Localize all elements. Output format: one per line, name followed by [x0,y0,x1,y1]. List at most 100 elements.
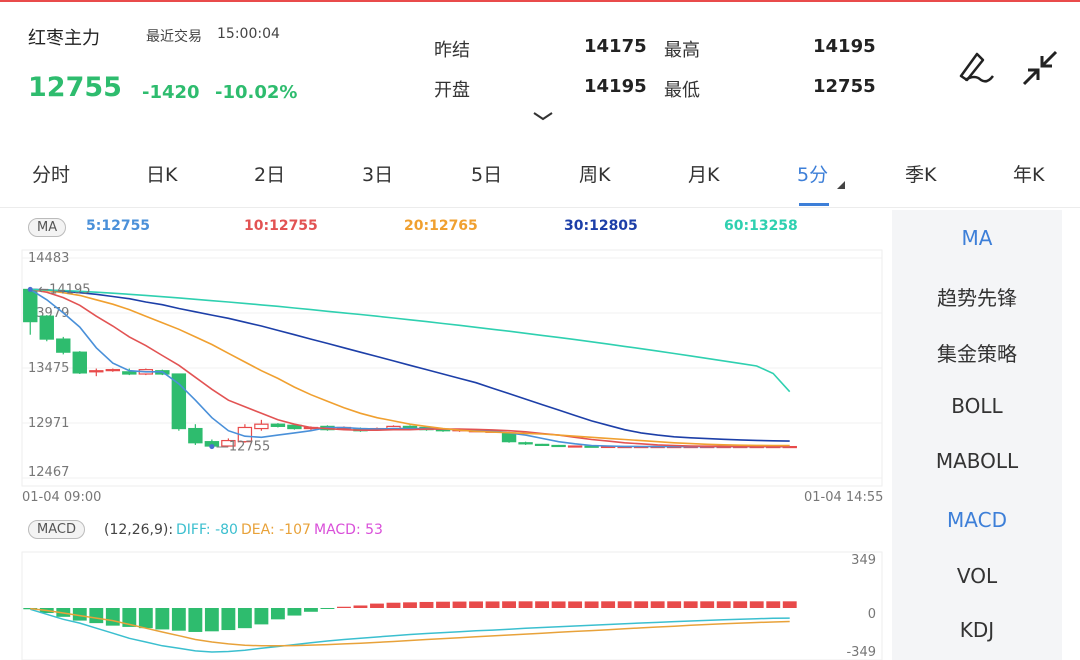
macd-tick-label: 349 [851,553,876,568]
ma-line-ma60 [30,288,791,393]
candle-body [551,444,566,448]
macd-indicator-pill[interactable]: MACD [28,520,85,539]
price-tick-label: 14483 [28,251,69,266]
indicator-vol[interactable]: VOL [892,564,1062,588]
open-label: 开盘 [434,80,470,101]
price-change: -1420 [142,82,200,103]
ma-indicator-pill[interactable]: MA [28,218,67,237]
macd-bar [650,601,665,608]
low-value: 12755 [813,76,876,97]
macd-bar [502,601,516,608]
candle-body [39,315,54,340]
macd-bar [171,608,186,631]
macd-value-label: MACD: 53 [314,522,383,538]
macd-bar [749,601,764,608]
indicator-ma[interactable]: MA [892,226,1062,250]
indicator-gold-strategy[interactable]: 集金策略 [892,338,1062,367]
macd-bar [436,601,450,608]
tab-monthly-k[interactable]: 月K [688,160,719,187]
candle-body [72,351,87,374]
candle-body [567,445,583,448]
ma20-label: 20:12765 [404,218,478,234]
ma5-label: 5:12755 [86,218,151,234]
indicator-boll[interactable]: BOLL [892,394,1062,418]
price-tick-label: 12467 [28,465,69,480]
tab-intraday[interactable]: 分时 [32,160,70,187]
macd-dea-label: DEA: -107 [241,522,311,538]
macd-bar [155,608,170,630]
price-tick-label: 12971 [28,416,69,431]
min-price-marker: —12755 [216,440,270,455]
tab-daily-k[interactable]: 日K [146,160,177,187]
prev-settle-label: 昨结 [434,40,470,61]
macd-bar [370,603,384,608]
macd-bar [617,601,632,608]
indicator-trend-pioneer[interactable]: 趋势先锋 [892,282,1062,311]
macd-bar [270,608,285,620]
macd-bar [237,608,252,629]
macd-bar [386,602,401,608]
candle-body [122,371,137,375]
candlestick-chart[interactable]: 1448313979134751297112467←14195—12755 [0,246,890,492]
max-dot [27,286,33,292]
indicator-macd[interactable]: MACD [892,508,1062,532]
ma30-label: 30:12805 [564,218,638,234]
macd-bar [518,601,533,608]
macd-bar [138,608,153,629]
macd-bar [204,608,219,632]
candle-body [171,373,187,430]
candle-body [402,425,418,429]
indicator-maboll[interactable]: MABOLL [892,449,1062,473]
macd-bar [584,601,599,608]
prev-settle-value: 14175 [584,36,647,57]
ma10-label: 10:12755 [244,218,318,234]
macd-bar [634,601,649,608]
last-price: 12755 [28,72,122,103]
macd-bar [287,608,302,616]
low-label: 最低 [664,80,700,101]
min-dot [209,444,215,450]
macd-bar [89,608,104,624]
sub-indicator-panel: MACD VOL KDJ [892,492,1062,660]
macd-bar [105,608,120,626]
active-tab-underline [799,203,829,206]
macd-bar [601,601,616,608]
candle-body [56,338,71,353]
macd-tick-label: 0 [868,607,876,622]
tab-yearly-k[interactable]: 年K [1013,160,1044,187]
macd-tick-label: -349 [846,645,876,660]
time-start-label: 01-04 09:00 [22,490,102,505]
macd-bar [254,608,269,625]
candle-body [188,427,203,444]
chevron-down-icon[interactable] [532,110,554,122]
tab-quarterly-k[interactable]: 季K [905,160,936,187]
trade-time: 15:00:04 [217,26,280,42]
max-price-marker: ←14195 [38,282,90,297]
macd-bar [551,601,566,608]
indicator-kdj[interactable]: KDJ [892,618,1062,642]
tab-2day[interactable]: 2日 [254,160,285,187]
trade-label: 最近交易 [146,29,202,45]
macd-bar [188,608,203,632]
tab-5min[interactable]: 5分 [797,160,828,187]
dropdown-triangle-icon[interactable] [836,180,846,190]
main-indicator-panel: MA 趋势先锋 集金策略 BOLL MABOLL [892,210,1062,492]
macd-chart[interactable]: 349 0 -349 [0,548,890,660]
macd-bar [667,601,682,608]
ma-line-ma30 [30,288,790,442]
macd-bar [403,602,417,608]
high-value: 14195 [813,36,876,57]
tab-weekly-k[interactable]: 周K [579,160,610,187]
macd-params: (12,26,9): [104,522,174,538]
tab-5day[interactable]: 5日 [471,160,502,187]
draw-pen-icon[interactable] [955,46,995,86]
quote-header: 红枣主力 最近交易 15:00:04 12755 -1420 -10.02% 昨… [0,2,1080,142]
instrument-name: 红枣主力 [28,28,100,49]
macd-bar [535,601,550,608]
macd-bar [469,601,483,608]
candle-body [254,423,269,430]
macd-bar [221,608,236,631]
collapse-icon[interactable] [1020,48,1060,88]
tab-3day[interactable]: 3日 [362,160,393,187]
open-value: 14195 [584,76,647,97]
